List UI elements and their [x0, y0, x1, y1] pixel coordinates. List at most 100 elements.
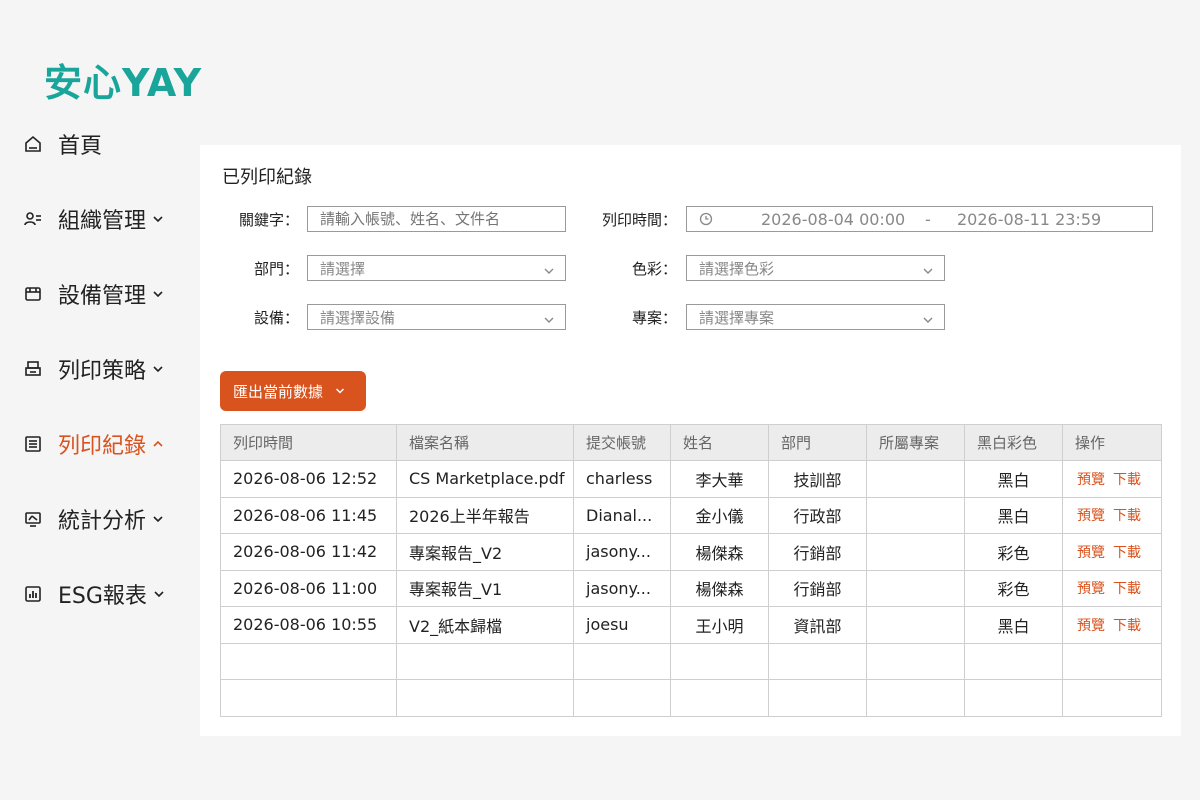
cell-color: 彩色 — [964, 533, 1063, 571]
list-icon — [22, 433, 44, 455]
cell-dept: 行政部 — [768, 496, 867, 534]
cell-time: 2026-08-06 11:45 — [220, 496, 397, 534]
home-icon — [22, 133, 44, 155]
cell-actions: 預覽 下載 — [1062, 606, 1162, 644]
cell-actions: 預覽 下載 — [1062, 569, 1162, 607]
users-icon — [22, 208, 44, 230]
device-icon — [22, 283, 44, 305]
column-header[interactable]: 部門 — [768, 424, 867, 461]
device-select-value: 請選擇設備 — [320, 308, 396, 327]
keyword-input[interactable] — [307, 206, 566, 232]
chevron-down-icon — [335, 386, 345, 396]
cell-name: 金小儀 — [670, 496, 769, 534]
column-header[interactable]: 姓名 — [670, 424, 769, 461]
download-link[interactable]: 下載 — [1113, 508, 1141, 524]
cell-account: jasony... — [573, 569, 671, 607]
dept-label: 部門： — [253, 260, 299, 278]
table-header-row: 列印時間 檔案名稱 提交帳號 姓名 部門 所屬專案 黑白彩色 操作 — [220, 424, 1162, 461]
date-end: 2026-08-11 23:59 — [957, 210, 1102, 229]
chevron-down-icon — [543, 312, 555, 324]
sidebar-item-label: 設備管理 — [58, 284, 147, 309]
cell-name: 楊傑森 — [670, 569, 769, 607]
cell-actions: 預覽 下載 — [1062, 496, 1162, 534]
cell-project — [866, 569, 965, 607]
column-header[interactable]: 操作 — [1062, 424, 1162, 461]
column-header[interactable]: 提交帳號 — [573, 424, 671, 461]
export-button-label: 匯出當前數據 — [233, 382, 324, 401]
preview-link[interactable]: 預覽 — [1077, 618, 1105, 634]
cell-account: charless — [573, 460, 671, 498]
sidebar-item-print-records[interactable]: 列印紀錄 — [22, 428, 164, 460]
device-select[interactable]: 請選擇設備 — [307, 304, 566, 330]
cell-color: 黑白 — [964, 606, 1063, 644]
column-header[interactable]: 黑白彩色 — [964, 424, 1063, 461]
download-link[interactable]: 下載 — [1113, 581, 1141, 597]
cell-time: 2026-08-06 11:42 — [220, 533, 397, 571]
table-row: 2026-08-06 11:00 專案報告_V1 jasony... 楊傑森 行… — [220, 569, 1162, 607]
sidebar-item-devices[interactable]: 設備管理 — [22, 278, 164, 310]
sidebar-item-print-policy[interactable]: 列印策略 — [22, 353, 164, 385]
preview-link[interactable]: 預覽 — [1077, 472, 1105, 488]
chevron-down-icon — [543, 263, 555, 275]
dept-select[interactable]: 請選擇 — [307, 255, 566, 281]
preview-link[interactable]: 預覽 — [1077, 508, 1105, 524]
chevron-down-icon — [152, 513, 164, 525]
cell-time: 2026-08-06 10:55 — [220, 606, 397, 644]
date-range-picker[interactable]: 2026-08-04 00:00 - 2026-08-11 23:59 — [686, 206, 1153, 232]
project-select-value: 請選擇專案 — [699, 308, 775, 327]
sidebar-item-label: 統計分析 — [58, 509, 147, 534]
cell-actions: 預覽 下載 — [1062, 460, 1162, 498]
table-row-empty — [220, 642, 1162, 680]
cell-file: 專案報告_V2 — [396, 533, 574, 571]
chevron-down-icon — [153, 588, 165, 600]
download-link[interactable]: 下載 — [1113, 545, 1141, 561]
sidebar-item-home[interactable]: 首頁 — [22, 128, 102, 160]
cell-name: 楊傑森 — [670, 533, 769, 571]
cell-dept: 資訊部 — [768, 606, 867, 644]
cell-account: Dianal... — [573, 496, 671, 534]
cell-color: 黑白 — [964, 496, 1063, 534]
cell-project — [866, 533, 965, 571]
cell-dept: 行銷部 — [768, 569, 867, 607]
download-link[interactable]: 下載 — [1113, 618, 1141, 634]
sidebar-item-esg-report[interactable]: ESG報表 — [22, 578, 165, 610]
records-table: 列印時間 檔案名稱 提交帳號 姓名 部門 所屬專案 黑白彩色 操作 2026-0… — [220, 424, 1162, 717]
color-select[interactable]: 請選擇色彩 — [686, 255, 945, 281]
chevron-down-icon — [922, 263, 934, 275]
chevron-down-icon — [922, 312, 934, 324]
date-separator: - — [925, 210, 931, 229]
sidebar-item-label: 組織管理 — [58, 209, 147, 234]
chevron-up-icon — [152, 438, 164, 450]
color-label: 色彩： — [631, 260, 677, 278]
cell-account: joesu — [573, 606, 671, 644]
cell-name: 王小明 — [670, 606, 769, 644]
project-select[interactable]: 請選擇專案 — [686, 304, 945, 330]
column-header[interactable]: 列印時間 — [220, 424, 397, 461]
cell-dept: 技訓部 — [768, 460, 867, 498]
print-time-label: 列印時間： — [601, 211, 677, 229]
print-records-panel: 已列印紀錄 關鍵字： 列印時間： 2026-08-04 00:00 - 2026… — [200, 145, 1181, 736]
preview-link[interactable]: 預覽 — [1077, 545, 1105, 561]
table-row: 2026-08-06 12:52 CS Marketplace.pdf char… — [220, 460, 1162, 498]
cell-file: 專案報告_V1 — [396, 569, 574, 607]
column-header[interactable]: 所屬專案 — [866, 424, 965, 461]
preview-link[interactable]: 預覽 — [1077, 581, 1105, 597]
stats-icon — [22, 508, 44, 530]
sidebar-item-label: ESG報表 — [58, 584, 147, 609]
sidebar-item-statistics[interactable]: 統計分析 — [22, 503, 164, 535]
cell-actions: 預覽 下載 — [1062, 533, 1162, 571]
cell-file: 2026上半年報告 — [396, 496, 574, 534]
sidebar-item-organization[interactable]: 組織管理 — [22, 203, 164, 235]
column-header[interactable]: 檔案名稱 — [396, 424, 574, 461]
page-title: 已列印紀錄 — [222, 167, 312, 188]
project-label: 專案： — [631, 309, 677, 327]
device-label: 設備： — [253, 309, 299, 327]
chart-icon — [22, 583, 44, 605]
dept-select-value: 請選擇 — [320, 259, 366, 278]
sidebar-item-label: 列印策略 — [58, 359, 147, 384]
cell-project — [866, 460, 965, 498]
cell-name: 李大華 — [670, 460, 769, 498]
export-button[interactable]: 匯出當前數據 — [220, 371, 366, 411]
keyword-label: 關鍵字： — [238, 211, 299, 229]
download-link[interactable]: 下載 — [1113, 472, 1141, 488]
